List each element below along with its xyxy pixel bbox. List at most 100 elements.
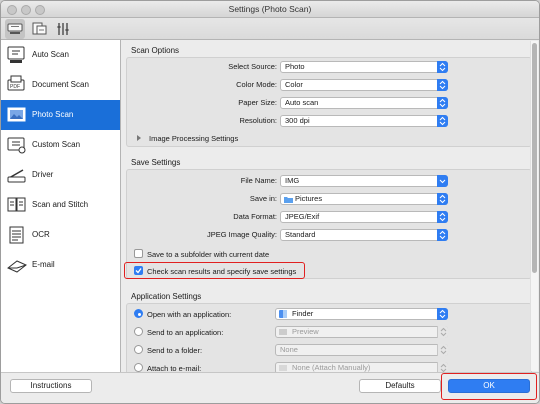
application-settings-box: Open with an application: Finder Send to…: [126, 303, 532, 372]
file-name-value: IMG: [285, 176, 300, 185]
sidebar-item-ocr[interactable]: OCR: [1, 220, 120, 250]
instructions-button[interactable]: Instructions: [10, 379, 92, 393]
send-to-application-dropdown[interactable]: Preview: [275, 326, 448, 338]
mail-icon: [279, 365, 287, 371]
paper-size-value: Auto scan: [285, 98, 319, 107]
select-source-label: Select Source:: [228, 62, 277, 71]
jpeg-quality-label: JPEG Image Quality:: [206, 230, 277, 239]
email-icon: [7, 260, 27, 273]
sidebar-item-scan-and-stitch[interactable]: Scan and Stitch: [1, 190, 120, 220]
sidebar-item-label: Scan and Stitch: [32, 200, 89, 209]
sidebar-item-document-scan[interactable]: PDF Document Scan: [1, 70, 120, 100]
paper-size-dropdown[interactable]: Auto scan: [280, 97, 448, 109]
ok-highlight: [441, 373, 537, 400]
sidebar: Auto Scan PDF Document Scan Photo Scan C…: [1, 40, 121, 372]
send-to-folder-value: None: [280, 345, 298, 354]
save-in-value: Pictures: [295, 194, 323, 203]
tools-button[interactable]: [53, 19, 73, 39]
document-scan-icon: PDF: [7, 75, 25, 91]
send-to-application-label: Send to an application:: [147, 328, 224, 337]
chevron-updown-icon: [437, 193, 448, 205]
chevron-down-icon: [437, 175, 448, 187]
save-in-dropdown[interactable]: Pictures: [280, 193, 448, 205]
resolution-label: Resolution:: [239, 116, 277, 125]
scrollbar-thumb[interactable]: [532, 43, 537, 273]
scan-and-stitch-icon: [7, 197, 26, 212]
select-source-dropdown[interactable]: Photo: [280, 61, 448, 73]
finder-icon: [279, 310, 287, 318]
chevron-updown-icon: [437, 326, 448, 338]
scanner-settings-button[interactable]: [5, 19, 25, 39]
sidebar-item-label: Driver: [32, 170, 54, 179]
window-title: Settings (Photo Scan): [228, 4, 312, 14]
jpeg-quality-dropdown[interactable]: Standard: [280, 229, 448, 241]
open-with-application-radio[interactable]: [134, 309, 143, 318]
ocr-icon: [9, 226, 24, 244]
paper-size-label: Paper Size:: [238, 98, 277, 107]
vertical-scrollbar[interactable]: [530, 41, 538, 371]
chevron-updown-icon: [437, 79, 448, 91]
send-to-application-radio[interactable]: [134, 327, 143, 336]
send-to-folder-dropdown[interactable]: None: [275, 344, 448, 356]
subfolder-label: Save to a subfolder with current date: [147, 250, 270, 259]
scan-options-title: Scan Options: [131, 46, 180, 55]
color-mode-label: Color Mode:: [236, 80, 277, 89]
open-with-application-dropdown[interactable]: Finder: [275, 308, 448, 320]
folder-icon: [284, 197, 293, 203]
subfolder-checkbox[interactable]: [134, 249, 143, 258]
title-bar: Settings (Photo Scan): [1, 1, 539, 18]
attach-to-email-label: Attach to e-mail:: [147, 364, 202, 372]
file-name-dropdown[interactable]: IMG: [280, 175, 448, 187]
chevron-updown-icon: [437, 229, 448, 241]
sidebar-item-driver[interactable]: Driver: [1, 160, 120, 190]
driver-icon: [7, 169, 26, 183]
defaults-button[interactable]: Defaults: [359, 379, 441, 393]
toolbar: [1, 18, 539, 40]
attach-to-email-radio[interactable]: [134, 363, 143, 372]
custom-scan-icon: [7, 137, 26, 154]
open-with-application-label: Open with an application:: [147, 310, 232, 319]
sidebar-item-auto-scan[interactable]: Auto Scan: [1, 40, 120, 70]
general-settings-button[interactable]: [29, 19, 49, 39]
data-format-dropdown[interactable]: JPEG/Exif: [280, 211, 448, 223]
chevron-updown-icon: [437, 344, 448, 356]
save-settings-title: Save Settings: [131, 158, 181, 167]
sidebar-item-label: OCR: [32, 230, 50, 239]
chevron-updown-icon: [437, 115, 448, 127]
resolution-value: 300 dpi: [285, 116, 310, 125]
sidebar-item-label: Auto Scan: [32, 50, 69, 59]
resolution-dropdown[interactable]: 300 dpi: [280, 115, 448, 127]
preview-icon: [279, 329, 287, 335]
chevron-updown-icon: [437, 61, 448, 73]
photo-scan-icon: [7, 107, 26, 122]
footer: Instructions Defaults OK: [1, 372, 539, 403]
general-settings-icon: [32, 22, 47, 35]
sidebar-item-label: Custom Scan: [32, 140, 81, 149]
chevron-updown-icon: [437, 97, 448, 109]
sidebar-item-label: Document Scan: [32, 80, 89, 89]
color-mode-dropdown[interactable]: Color: [280, 79, 448, 91]
attach-to-email-value: None (Attach Manually): [292, 363, 371, 372]
file-name-label: File Name:: [240, 176, 277, 185]
disclosure-triangle-icon[interactable]: [135, 134, 145, 144]
send-to-folder-label: Send to a folder:: [147, 346, 203, 355]
tools-icon: [57, 23, 69, 35]
sidebar-item-email[interactable]: E-mail: [1, 250, 120, 280]
send-to-folder-radio[interactable]: [134, 345, 143, 354]
chevron-updown-icon: [437, 308, 448, 320]
svg-text:PDF: PDF: [10, 84, 20, 90]
sidebar-item-photo-scan[interactable]: Photo Scan: [1, 100, 120, 130]
attach-to-email-dropdown[interactable]: None (Attach Manually): [275, 362, 448, 372]
send-to-application-value: Preview: [292, 327, 319, 336]
auto-scan-icon: [7, 46, 25, 63]
check-results-highlight: [124, 262, 305, 279]
chevron-updown-icon: [437, 211, 448, 223]
chevron-updown-icon: [437, 362, 448, 372]
image-processing-settings-toggle[interactable]: Image Processing Settings: [149, 134, 238, 143]
data-format-value: JPEG/Exif: [285, 212, 320, 221]
sidebar-item-custom-scan[interactable]: Custom Scan: [1, 130, 120, 160]
sidebar-item-label: Photo Scan: [32, 110, 74, 119]
sidebar-item-label: E-mail: [32, 260, 55, 269]
open-with-application-value: Finder: [292, 309, 314, 318]
jpeg-quality-value: Standard: [285, 230, 316, 239]
